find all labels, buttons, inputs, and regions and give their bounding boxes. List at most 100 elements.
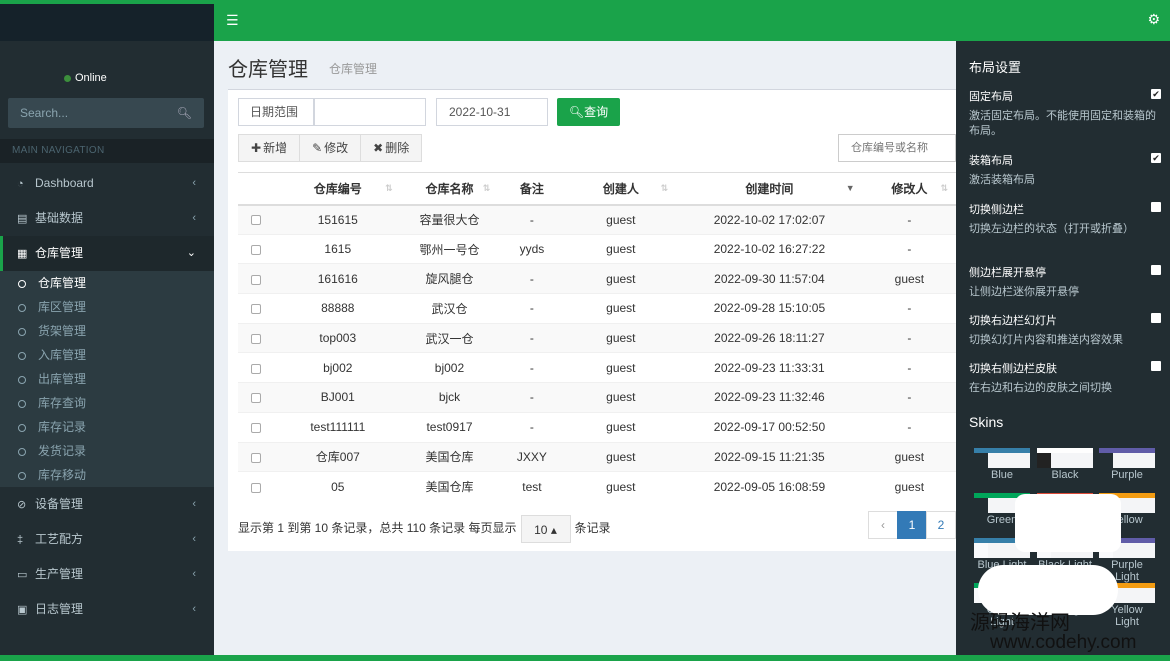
fixed-layout-checkbox[interactable]: ✔ <box>1151 89 1161 99</box>
submenu-item-inbound[interactable]: 入库管理 <box>0 343 214 367</box>
sidebar-hover-checkbox[interactable] <box>1151 265 1161 275</box>
cell-code: 151615 <box>274 204 401 235</box>
table-row[interactable]: BJ001 bjck - guest 2022-09-23 11:32:46- <box>238 382 956 413</box>
row-checkbox[interactable] <box>251 304 262 315</box>
right-slide-checkbox[interactable] <box>1151 313 1161 323</box>
column-header-label: 仓库编号 <box>313 181 362 196</box>
nav-header: MAIN NAVIGATION <box>0 139 214 163</box>
column-header-name[interactable]: 仓库名称 ⇅ <box>400 172 499 206</box>
boxed-layout-checkbox[interactable]: ✔ <box>1151 153 1161 163</box>
table-row[interactable]: 仓库007 美国仓库 JXXY guest 2022-09-15 11:21:35 gue… <box>238 441 956 472</box>
edit-button[interactable]: ✎ 修改 <box>299 134 362 162</box>
page-2-button[interactable]: 2 <box>926 511 956 539</box>
table-header-row: 仓库编号 ⇅ 仓库名称 ⇅ 备注 创建人 ⇅ 创建时间 ▼ 修改人 ⇅ <box>238 172 956 206</box>
warehouse-table: 仓库编号 ⇅ 仓库名称 ⇅ 备注 创建人 ⇅ 创建时间 ▼ 修改人 ⇅ 151615 容量很… <box>238 172 956 502</box>
prev-page-button[interactable]: ‹ <box>868 511 898 539</box>
table-row[interactable]: bj002 bj002- guest 2022-09-23 11:33:31- <box>238 352 956 383</box>
submenu-item-stock-query[interactable]: 库存查询 <box>0 391 214 415</box>
skin-name: Blue <box>990 469 1014 481</box>
cell-created-time: 2022-09-26 18:11:27 <box>676 322 863 353</box>
delete-button[interactable]: ✖ 删除 <box>360 134 423 162</box>
row-checkbox[interactable] <box>251 244 262 255</box>
table-row[interactable]: 88888 武汉仓 - guest 2022-09-28 15:10:05- <box>238 293 956 324</box>
cell-name: test0917 <box>400 411 499 442</box>
pagination-info-suffix: 条记录 <box>574 521 611 535</box>
column-header-label: 备注 <box>519 181 544 196</box>
row-checkbox[interactable] <box>251 452 262 463</box>
cell-creator: guest <box>565 382 677 413</box>
column-header-modifier[interactable]: 修改人 ⇅ <box>862 172 956 206</box>
dashboard-icon: ◔ <box>17 178 24 190</box>
column-header-created-time[interactable]: 创建时间 ▼ <box>676 172 863 206</box>
sidebar-search-input[interactable] <box>8 98 168 128</box>
table-toolbar: ✚ 新增 ✎ 修改 ✖ 删除 <box>238 134 423 162</box>
cell-name: bjck <box>400 382 499 413</box>
submenu-item-outbound[interactable]: 出库管理 <box>0 367 214 391</box>
table-row[interactable]: top003 武汉一仓 - guest 2022-09-26 18:11:27- <box>238 322 956 353</box>
table-row[interactable]: 151615 容量很大仓 - guest 2022-10-02 17:02:07- <box>238 204 956 235</box>
gears-icon[interactable]: ⚙ <box>1147 11 1160 28</box>
hamburger-icon[interactable]: ☰ <box>226 12 242 28</box>
add-button[interactable]: ✚ 新增 <box>238 134 301 162</box>
submenu-label: 库存记录 <box>38 420 87 434</box>
row-checkbox-cell <box>238 382 275 413</box>
date-end-input[interactable] <box>436 98 548 126</box>
submenu-item-stock-record[interactable]: 库存记录 <box>0 415 214 439</box>
column-header-creator[interactable]: 创建人 ⇅ <box>565 172 677 206</box>
pagination: ‹ 1 2 <box>868 511 956 539</box>
skin-option-purple[interactable]: Purple <box>1099 448 1155 481</box>
skin-option-blue[interactable]: Blue <box>974 448 1030 481</box>
sort-icon: ⇅ <box>660 183 669 193</box>
row-checkbox[interactable] <box>251 333 262 344</box>
sidebar-search: 🔍︎ <box>8 98 204 128</box>
right-skin-checkbox[interactable] <box>1151 361 1161 371</box>
sidebar-item-warehouse[interactable]: ▦ 仓库管理 ⌄ <box>0 236 214 271</box>
table-row[interactable]: test111111 test0917- guest 2022-09-17 00:52… <box>238 411 956 442</box>
sidebar-menu: ◔ Dashboard ‹ ▤ 基础数据 ‹ ▦ 仓库管理 ⌄ 仓库管理 库区管理 货架管理… <box>0 166 214 627</box>
app-root: ☰ ⚙ Online 🔍︎ MAIN NAVIGATION ◔ Dashboard… <box>0 0 1170 661</box>
submenu-item-shipping-record[interactable]: 发货记录 <box>0 439 214 463</box>
sidebar-item-recipe[interactable]: ‡ 工艺配方 ‹ <box>0 522 214 557</box>
date-start-input[interactable] <box>314 98 426 126</box>
submenu-item-shelf[interactable]: 货架管理 <box>0 319 214 343</box>
sidebar-item-production[interactable]: ▭ 生产管理 ‹ <box>0 557 214 592</box>
submenu-item-warehouse[interactable]: 仓库管理 <box>0 271 214 295</box>
sidebar-item-log[interactable]: ▣ 日志管理 ‹ <box>0 592 214 627</box>
row-checkbox[interactable] <box>251 422 262 433</box>
skin-option-black[interactable]: Black <box>1037 448 1093 481</box>
column-header-code[interactable]: 仓库编号 ⇅ <box>274 172 401 206</box>
table-row[interactable]: 05 美国仓库 test guest 2022-09-05 16:08:59 guest <box>238 471 956 502</box>
column-header-label: 修改人 <box>891 181 928 196</box>
page-title: 仓库管理 <box>228 59 308 81</box>
sidebar-item-label: 设备管理 <box>35 497 84 511</box>
page-size-dropdown[interactable]: 10 ▴ <box>520 514 571 543</box>
submenu-label: 货架管理 <box>38 324 87 338</box>
table-row[interactable]: 1615 鄂州一号仓 yyds guest 2022-10-02 16:27:22- <box>238 233 956 264</box>
sidebar-item-device[interactable]: ⊘ 设备管理 ‹ <box>0 487 214 522</box>
column-header-label: 创建时间 <box>745 181 794 196</box>
submenu-label: 发货记录 <box>38 444 87 458</box>
submenu-label: 出库管理 <box>38 372 87 386</box>
row-checkbox[interactable] <box>251 274 262 285</box>
table-search-input[interactable] <box>838 134 956 162</box>
toggle-sidebar-checkbox[interactable] <box>1151 202 1161 212</box>
chevron-down-icon: ⌄ <box>186 247 196 259</box>
row-checkbox[interactable] <box>251 363 262 374</box>
query-button[interactable]: 🔍︎查询 <box>557 98 620 126</box>
sidebar-item-dashboard[interactable]: ◔ Dashboard ‹ <box>0 166 214 201</box>
submenu-item-zone[interactable]: 库区管理 <box>0 295 214 319</box>
row-checkbox[interactable] <box>251 393 262 404</box>
row-checkbox-cell <box>238 352 275 383</box>
row-checkbox[interactable] <box>251 215 262 226</box>
row-checkbox[interactable] <box>251 482 262 493</box>
cell-remark: yyds <box>498 233 566 264</box>
cell-name: bj002 <box>400 352 499 383</box>
submenu-item-stock-move[interactable]: 库存移动 <box>0 463 214 487</box>
search-icon[interactable]: 🔍︎ <box>177 106 192 120</box>
table-row[interactable]: 161616 旋风腿仓 - guest 2022-09-30 11:57:04 guest <box>238 263 956 294</box>
cell-remark: - <box>498 204 566 235</box>
sidebar-item-basic-data[interactable]: ▤ 基础数据 ‹ <box>0 201 214 236</box>
page-1-button[interactable]: 1 <box>897 511 927 539</box>
cell-name: 美国仓库 <box>400 471 499 502</box>
sidebar-item-label: 日志管理 <box>35 602 84 616</box>
